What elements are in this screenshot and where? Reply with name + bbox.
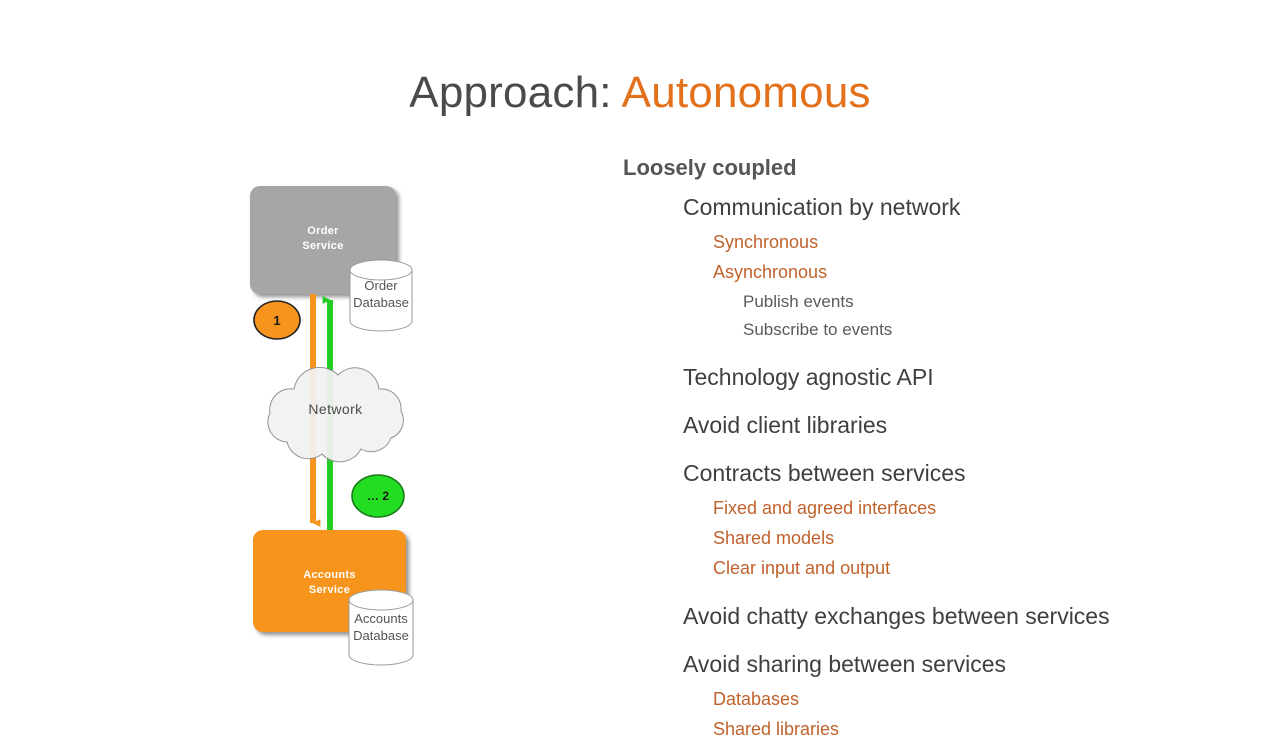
bullet-level-3: Publish events — [743, 292, 854, 311]
page-title: Approach: Autonomous — [0, 68, 1280, 118]
bullet-level-2: Shared libraries — [713, 719, 840, 739]
bullet-level-1: Avoid sharing between services — [683, 651, 1007, 677]
step-badge-two — [351, 474, 405, 518]
bullet-level-1: Contracts between services — [683, 460, 966, 486]
bullet-level-2: Databases — [713, 689, 800, 709]
bullet-level-2: Shared models — [713, 528, 835, 548]
bullet-level-2: Fixed and agreed interfaces — [713, 498, 937, 518]
bullet-level-1: Avoid chatty exchanges between services — [683, 603, 1110, 629]
bullet-level-2: Asynchronous — [713, 262, 828, 282]
architecture-diagram: Order Service Order Database Network 1 …… — [230, 170, 460, 680]
step-badge-one — [253, 300, 301, 340]
page-title-prefix: Approach: — [409, 68, 622, 117]
page-title-accent: Autonomous — [621, 68, 871, 117]
diagram-canvas — [250, 186, 414, 666]
bullet-level-1: Avoid client libraries — [683, 412, 888, 438]
bullet-level-0: Loosely coupled — [623, 155, 797, 180]
order-database-cylinder — [349, 259, 413, 332]
bullet-level-1: Technology agnostic API — [683, 364, 934, 390]
bullet-level-3: Subscribe to events — [743, 320, 893, 339]
network-cloud-shape — [267, 366, 404, 463]
bullet-level-2: Clear input and output — [713, 558, 891, 578]
bullet-level-1: Communication by network — [683, 194, 961, 220]
accounts-database-cylinder — [348, 589, 414, 666]
bullet-level-2: Synchronous — [713, 232, 819, 252]
bullet-list: Loosely coupled Communication by network S… — [618, 155, 1258, 749]
